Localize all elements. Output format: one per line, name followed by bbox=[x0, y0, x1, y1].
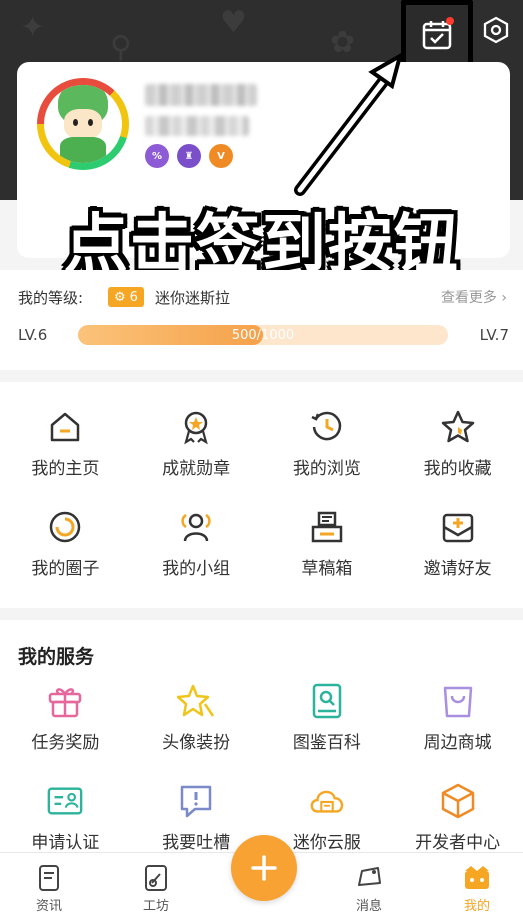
cube-icon bbox=[441, 783, 474, 819]
feature-label: 我的收藏 bbox=[423, 459, 492, 479]
draft-box-icon bbox=[311, 511, 343, 543]
tab-label: 我的 bbox=[463, 899, 490, 914]
feature-grid-section: 我的主页 成就勋章 我的浏览 我的收藏 我的圈子 我的小组 草稿箱 邀请好友 bbox=[0, 382, 523, 608]
shopping-bag-icon bbox=[443, 686, 472, 718]
message-icon bbox=[358, 867, 381, 886]
plus-icon bbox=[251, 855, 277, 881]
next-level: LV.7 bbox=[479, 326, 509, 344]
invite-icon bbox=[442, 513, 473, 543]
service-encyclopedia[interactable]: 图鉴百科 bbox=[262, 656, 393, 756]
username-blurred bbox=[145, 84, 257, 106]
feature-invite[interactable]: 邀请好友 bbox=[392, 482, 523, 582]
tab-label: 工坊 bbox=[142, 899, 169, 914]
settings-button[interactable] bbox=[481, 15, 511, 45]
tab-mine[interactable]: 我的 bbox=[442, 863, 512, 914]
create-fab-button[interactable] bbox=[231, 835, 297, 901]
circle-icon bbox=[50, 511, 81, 543]
v-badge-icon[interactable]: V bbox=[209, 144, 233, 168]
service-label: 开发者中心 bbox=[415, 833, 501, 853]
view-more-link[interactable]: 查看更多 › bbox=[441, 287, 507, 307]
service-avatar-dress[interactable]: 头像装扮 bbox=[131, 656, 262, 756]
services-grid: 任务奖励 头像装扮 图鉴百科 周边商城 申请认证 我要吐槽 迷你云服 开发者中心 bbox=[0, 656, 523, 856]
feature-label: 我的小组 bbox=[162, 559, 231, 579]
settings-hex-icon bbox=[483, 16, 509, 44]
tab-messages[interactable]: 消息 bbox=[334, 863, 404, 914]
id-card-icon bbox=[48, 787, 83, 815]
service-label: 周边商城 bbox=[423, 733, 492, 753]
feature-home[interactable]: 我的主页 bbox=[0, 382, 131, 482]
feature-label: 我的主页 bbox=[31, 459, 100, 479]
service-label: 迷你云服 bbox=[292, 833, 361, 853]
feature-favorites[interactable]: 我的收藏 bbox=[392, 382, 523, 482]
badge-row: % ♜ V bbox=[145, 144, 233, 168]
badge-icon-2[interactable]: ♜ bbox=[177, 144, 201, 168]
feature-label: 成就勋章 bbox=[162, 459, 231, 479]
star-icon bbox=[441, 410, 474, 443]
level-progress-text: 500/1000 bbox=[231, 327, 295, 343]
service-feedback[interactable]: 我要吐槽 bbox=[131, 756, 262, 856]
current-level: LV.6 bbox=[18, 326, 48, 344]
feature-label: 我的浏览 bbox=[292, 459, 361, 479]
workshop-icon bbox=[145, 865, 167, 891]
feature-circle[interactable]: 我的圈子 bbox=[0, 482, 131, 582]
medal-icon bbox=[184, 411, 208, 445]
user-id-blurred bbox=[145, 116, 249, 136]
feature-group[interactable]: 我的小组 bbox=[131, 482, 262, 582]
tab-news[interactable]: 资讯 bbox=[14, 863, 84, 914]
gift-icon bbox=[49, 688, 82, 718]
service-label: 申请认证 bbox=[31, 833, 100, 853]
tab-label: 资讯 bbox=[35, 899, 62, 914]
profile-icon bbox=[465, 866, 489, 889]
service-task-reward[interactable]: 任务奖励 bbox=[0, 656, 131, 756]
level-chip-value: 6 bbox=[129, 289, 138, 305]
feature-history[interactable]: 我的浏览 bbox=[262, 382, 393, 482]
level-label: 我的等级: bbox=[18, 289, 84, 307]
feature-drafts[interactable]: 草稿箱 bbox=[262, 482, 393, 582]
service-label: 我要吐槽 bbox=[162, 833, 231, 853]
service-certification[interactable]: 申请认证 bbox=[0, 756, 131, 856]
tab-label: 消息 bbox=[355, 899, 382, 914]
group-icon bbox=[181, 513, 211, 542]
feature-label: 草稿箱 bbox=[301, 559, 353, 579]
cloud-server-icon bbox=[310, 790, 344, 813]
level-name: 迷你迷斯拉 bbox=[155, 289, 231, 307]
tab-workshop[interactable]: 工坊 bbox=[121, 863, 191, 914]
service-label: 头像装扮 bbox=[162, 733, 231, 753]
gear-icon: ⚙ bbox=[114, 289, 126, 305]
avatar[interactable] bbox=[37, 78, 129, 170]
feature-grid: 我的主页 成就勋章 我的浏览 我的收藏 我的圈子 我的小组 草稿箱 邀请好友 bbox=[0, 382, 523, 582]
bottom-tab-bar: 资讯 工坊 消息 我的 bbox=[0, 835, 523, 920]
home-icon bbox=[51, 412, 80, 442]
feature-medal[interactable]: 成就勋章 bbox=[131, 382, 262, 482]
level-chip: ⚙ 6 bbox=[108, 287, 144, 307]
sparkle-star-icon bbox=[177, 684, 215, 717]
notification-dot bbox=[446, 17, 454, 25]
service-label: 图鉴百科 bbox=[292, 733, 361, 753]
feature-label: 邀请好友 bbox=[423, 559, 492, 579]
news-icon bbox=[39, 865, 59, 891]
history-icon bbox=[311, 411, 342, 441]
level-section: 我的等级: ⚙ 6 迷你迷斯拉 查看更多 › LV.6 500/1000 LV.… bbox=[0, 270, 523, 370]
book-icon bbox=[312, 683, 342, 719]
service-label: 任务奖励 bbox=[31, 733, 100, 753]
badge-icon-1[interactable]: % bbox=[145, 144, 169, 168]
service-developer-center[interactable]: 开发者中心 bbox=[392, 756, 523, 856]
service-shop[interactable]: 周边商城 bbox=[392, 656, 523, 756]
feature-label: 我的圈子 bbox=[31, 559, 100, 579]
checkin-button[interactable] bbox=[401, 0, 473, 68]
services-section: 我的服务 任务奖励 头像装扮 图鉴百科 周边商城 申请认证 我要吐槽 迷你云服 bbox=[0, 620, 523, 860]
feedback-icon bbox=[180, 785, 212, 818]
level-progress-bar: 500/1000 bbox=[78, 325, 448, 345]
